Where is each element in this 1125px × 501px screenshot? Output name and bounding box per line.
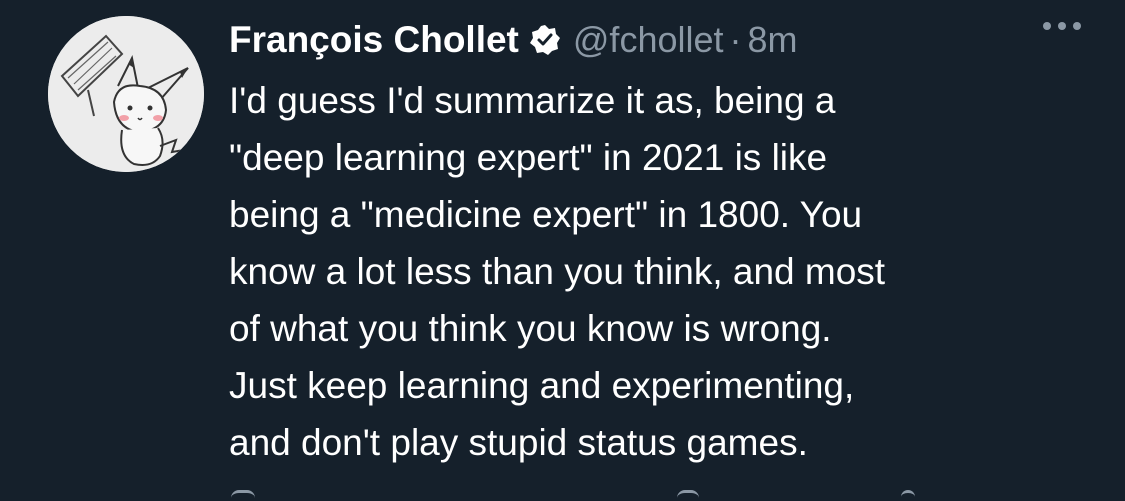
tweet-text-line: Just keep learning and experimenting, [229,365,855,406]
tweet-header: François Chollet @fchollet · 8m [229,14,798,66]
tweet-text-line: being a "medicine expert" in 1800. You [229,194,863,235]
tweet-text-line: of what you think you know is wrong. [229,308,832,349]
display-name[interactable]: François Chollet [229,19,519,61]
tweet-text-line: I'd guess I'd summarize it as, being a [229,80,836,121]
dot [1073,22,1081,30]
dot [1043,22,1051,30]
like-icon[interactable] [677,490,699,501]
tweet-text-line: "deep learning expert" in 2021 is like [229,137,828,178]
tweet[interactable]: François Chollet @fchollet · 8m I'd gues… [0,0,1125,501]
tweet-text-line: know a lot less than you think, and most [229,251,886,292]
tweet-text: I'd guess I'd summarize it as, being a "… [229,72,1109,471]
separator-dot: · [729,19,742,60]
share-icon[interactable] [901,490,915,501]
more-options-icon[interactable] [1043,22,1081,30]
action-bar [229,490,929,501]
dot [1058,22,1066,30]
reply-icon[interactable] [231,490,255,501]
avatar[interactable] [48,16,204,172]
tweet-text-line: and don't play stupid status games. [229,422,808,463]
handle[interactable]: @fchollet [573,19,724,61]
verified-badge-icon [529,24,561,56]
pikachu-sketch-icon [48,16,204,172]
timestamp[interactable]: 8m [748,19,798,61]
